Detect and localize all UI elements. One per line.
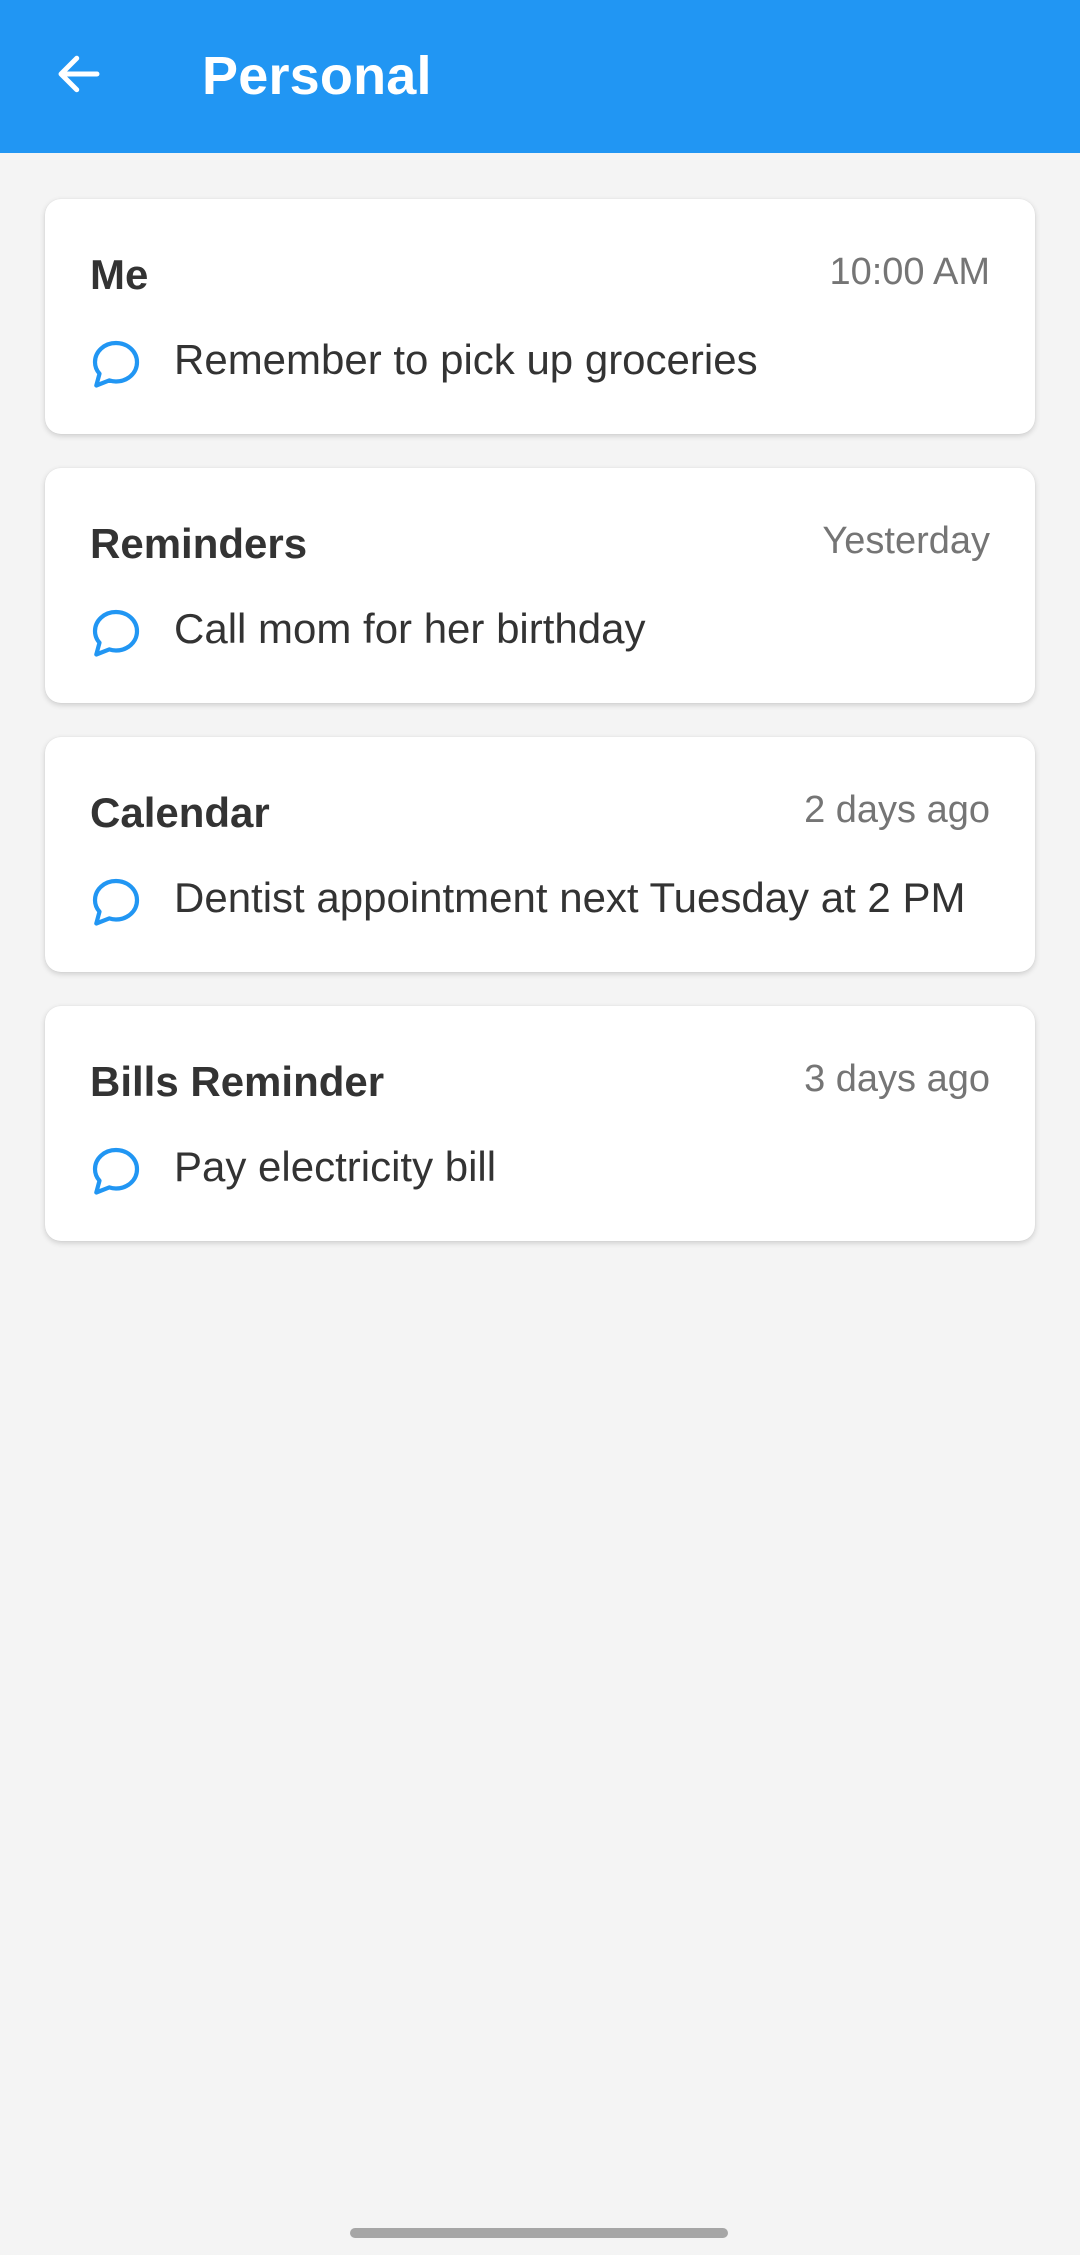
- page-title: Personal: [202, 46, 432, 106]
- message-time: 3 days ago: [804, 1058, 990, 1100]
- message-preview: Call mom for her birthday: [174, 605, 646, 652]
- sender-name: Calendar: [90, 789, 270, 836]
- message-time: 2 days ago: [804, 789, 990, 831]
- message-bubble-icon: [90, 1145, 142, 1197]
- message-bubble-icon: [90, 876, 142, 928]
- sender-name: Bills Reminder: [90, 1058, 385, 1105]
- home-indicator: [350, 2228, 728, 2238]
- message-bubble-icon: [90, 607, 142, 659]
- app-bar: Personal: [0, 0, 1080, 153]
- sender-name: Reminders: [90, 520, 308, 567]
- message-preview: Pay electricity bill: [174, 1143, 497, 1190]
- back-button[interactable]: [38, 38, 120, 114]
- message-preview: Remember to pick up groceries: [174, 336, 758, 383]
- message-card-calendar[interactable]: Calendar 2 days ago Dentist appointment …: [45, 737, 1035, 972]
- message-list: Me 10:00 AM Remember to pick up grocerie…: [45, 199, 1035, 1275]
- message-time: Yesterday: [822, 520, 990, 562]
- message-card-me[interactable]: Me 10:00 AM Remember to pick up grocerie…: [45, 199, 1035, 434]
- message-card-reminders[interactable]: Reminders Yesterday Call mom for her bir…: [45, 468, 1035, 703]
- message-preview: Dentist appointment next Tuesday at 2 PM: [174, 874, 966, 921]
- arrow-back-icon: [52, 47, 106, 106]
- message-card-bills-reminder[interactable]: Bills Reminder 3 days ago Pay electricit…: [45, 1006, 1035, 1241]
- message-time: 10:00 AM: [829, 251, 990, 293]
- message-bubble-icon: [90, 338, 142, 390]
- sender-name: Me: [90, 251, 149, 298]
